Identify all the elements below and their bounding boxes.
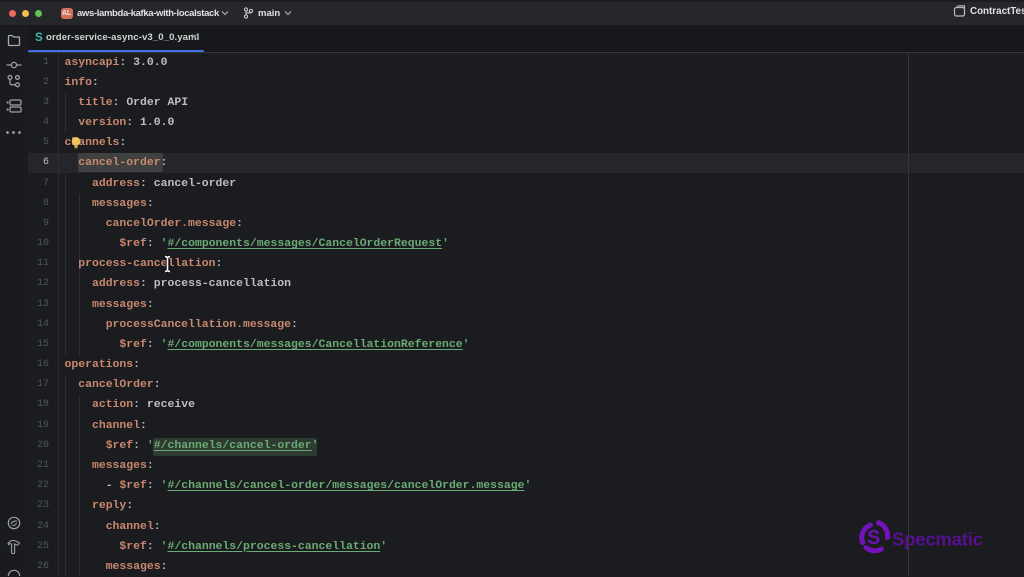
svg-text:S: S <box>867 527 880 549</box>
svg-text:Specmatic: Specmatic <box>892 529 983 550</box>
